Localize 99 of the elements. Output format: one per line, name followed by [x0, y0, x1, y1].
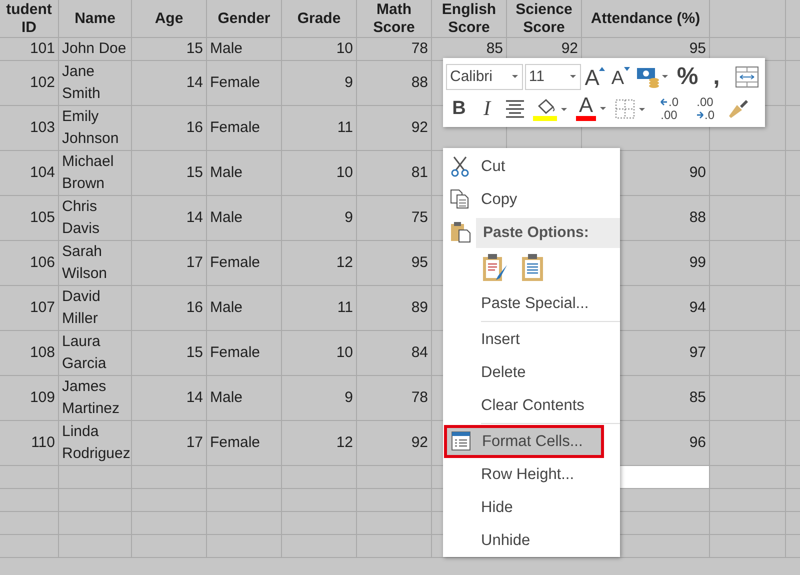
dropdown-arrow-icon[interactable] [598, 104, 608, 112]
table-cell: 9 [282, 196, 357, 241]
table-cell: James Martinez [59, 376, 132, 421]
table-cell: 15 [132, 331, 207, 376]
table-cell: 10 [282, 38, 357, 61]
empty-cell [0, 489, 59, 512]
table-cell: 11 [282, 286, 357, 331]
table-cell: Female [207, 331, 282, 376]
table-cell: 9 [282, 61, 357, 106]
table-cell: 75 [357, 196, 432, 241]
table-cell: 16 [132, 286, 207, 331]
column-header: Science Score [507, 0, 582, 38]
increase-decimal-button[interactable]: .0 .00 [652, 94, 686, 122]
clipboard-icon [449, 221, 471, 243]
table-cell: Jane Smith [59, 61, 132, 106]
column-header: Grade [282, 0, 357, 38]
table-cell: 10 [282, 151, 357, 196]
arrow-icon [696, 111, 704, 119]
table-cell: Michael Brown [59, 151, 132, 196]
arrow-icon [660, 98, 668, 106]
table-cell: 15 [132, 151, 207, 196]
table-cell: 103 [0, 106, 59, 151]
column-header: English Score [432, 0, 507, 38]
table-cell: 95 [357, 241, 432, 286]
table-cell: 89 [357, 286, 432, 331]
table-cell: Male [207, 196, 282, 241]
table-cell: 107 [0, 286, 59, 331]
table-cell: 12 [282, 241, 357, 286]
italic-button[interactable]: I [474, 94, 500, 122]
table-cell: Sarah Wilson [59, 241, 132, 286]
font-color-button[interactable]: A [574, 94, 610, 122]
decrease-decimal-button[interactable]: .00 .0 [688, 94, 722, 122]
table-cell: 88 [357, 61, 432, 106]
caret-icon [624, 66, 630, 70]
table-cell: 102 [0, 61, 59, 106]
table-cell: Linda Rodriguez [59, 421, 132, 466]
menu-item[interactable]: Format Cells... [444, 425, 604, 458]
table-cell: Male [207, 151, 282, 196]
copy-icon [449, 188, 471, 210]
table-cell: Female [207, 106, 282, 151]
table-cell: Laura Garcia [59, 331, 132, 376]
column-header: tudent ID [0, 0, 59, 38]
table-cell: Male [207, 38, 282, 61]
table-cell: 109 [0, 376, 59, 421]
menu-item[interactable]: Unhide [443, 524, 620, 557]
column-header: Attendance (%) [582, 0, 710, 38]
table-cell: Female [207, 61, 282, 106]
table-cell: 12 [282, 421, 357, 466]
empty-cell [0, 512, 59, 535]
font-name-field[interactable]: Calibri [446, 64, 523, 90]
increase-font-button[interactable]: A [582, 62, 608, 90]
column-header: Name [59, 0, 132, 38]
empty-cell [0, 535, 59, 558]
table-cell: David Miller [59, 286, 132, 331]
font-size-field[interactable]: 11 [524, 64, 581, 90]
menu-section-header: Paste Options: [476, 218, 620, 248]
table-cell: 81 [357, 151, 432, 196]
table-cell: Female [207, 241, 282, 286]
column-header: Math Score [357, 0, 432, 38]
table-cell: 14 [132, 376, 207, 421]
empty-cell [0, 466, 59, 489]
table-cell: 92 [357, 421, 432, 466]
table-cell: 78 [357, 38, 432, 61]
table-cell: 92 [357, 106, 432, 151]
table-cell: Male [207, 376, 282, 421]
table-cell: 84 [357, 331, 432, 376]
bold-button[interactable]: B [446, 94, 472, 122]
table-cell: 10 [282, 331, 357, 376]
column-header: Age [132, 0, 207, 38]
list-icon [450, 430, 472, 452]
table-cell: 15 [132, 38, 207, 61]
table-cell: 14 [132, 61, 207, 106]
table-cell: 17 [132, 241, 207, 286]
table-cell: 9 [282, 376, 357, 421]
table-cell: 11 [282, 106, 357, 151]
table-cell: 16 [132, 106, 207, 151]
caret-icon [599, 66, 606, 70]
table-cell: 110 [0, 421, 59, 466]
table-cell: 14 [132, 196, 207, 241]
table-cell: 101 [0, 38, 59, 61]
scissors-icon [449, 155, 471, 177]
number-format-button[interactable]: % [674, 62, 702, 90]
table-cell: Emily Johnson [59, 106, 132, 151]
dropdown-arrow-icon[interactable] [568, 74, 577, 79]
table-cell: 105 [0, 196, 59, 241]
decrease-font-button[interactable]: A [609, 62, 632, 90]
table-cell: 78 [357, 376, 432, 421]
table-cell: Male [207, 286, 282, 331]
table-cell: Female [207, 421, 282, 466]
dropdown-arrow-icon[interactable] [510, 74, 519, 79]
menu-item[interactable]: Hide [443, 491, 620, 524]
table-cell: 106 [0, 241, 59, 286]
table-cell: Chris Davis [59, 196, 132, 241]
table-cell: 108 [0, 331, 59, 376]
number-format-button[interactable]: , [703, 62, 730, 90]
table-cell: 104 [0, 151, 59, 196]
column-header: Gender [207, 0, 282, 38]
table-cell: 17 [132, 421, 207, 466]
table-cell: John Doe [59, 38, 132, 61]
